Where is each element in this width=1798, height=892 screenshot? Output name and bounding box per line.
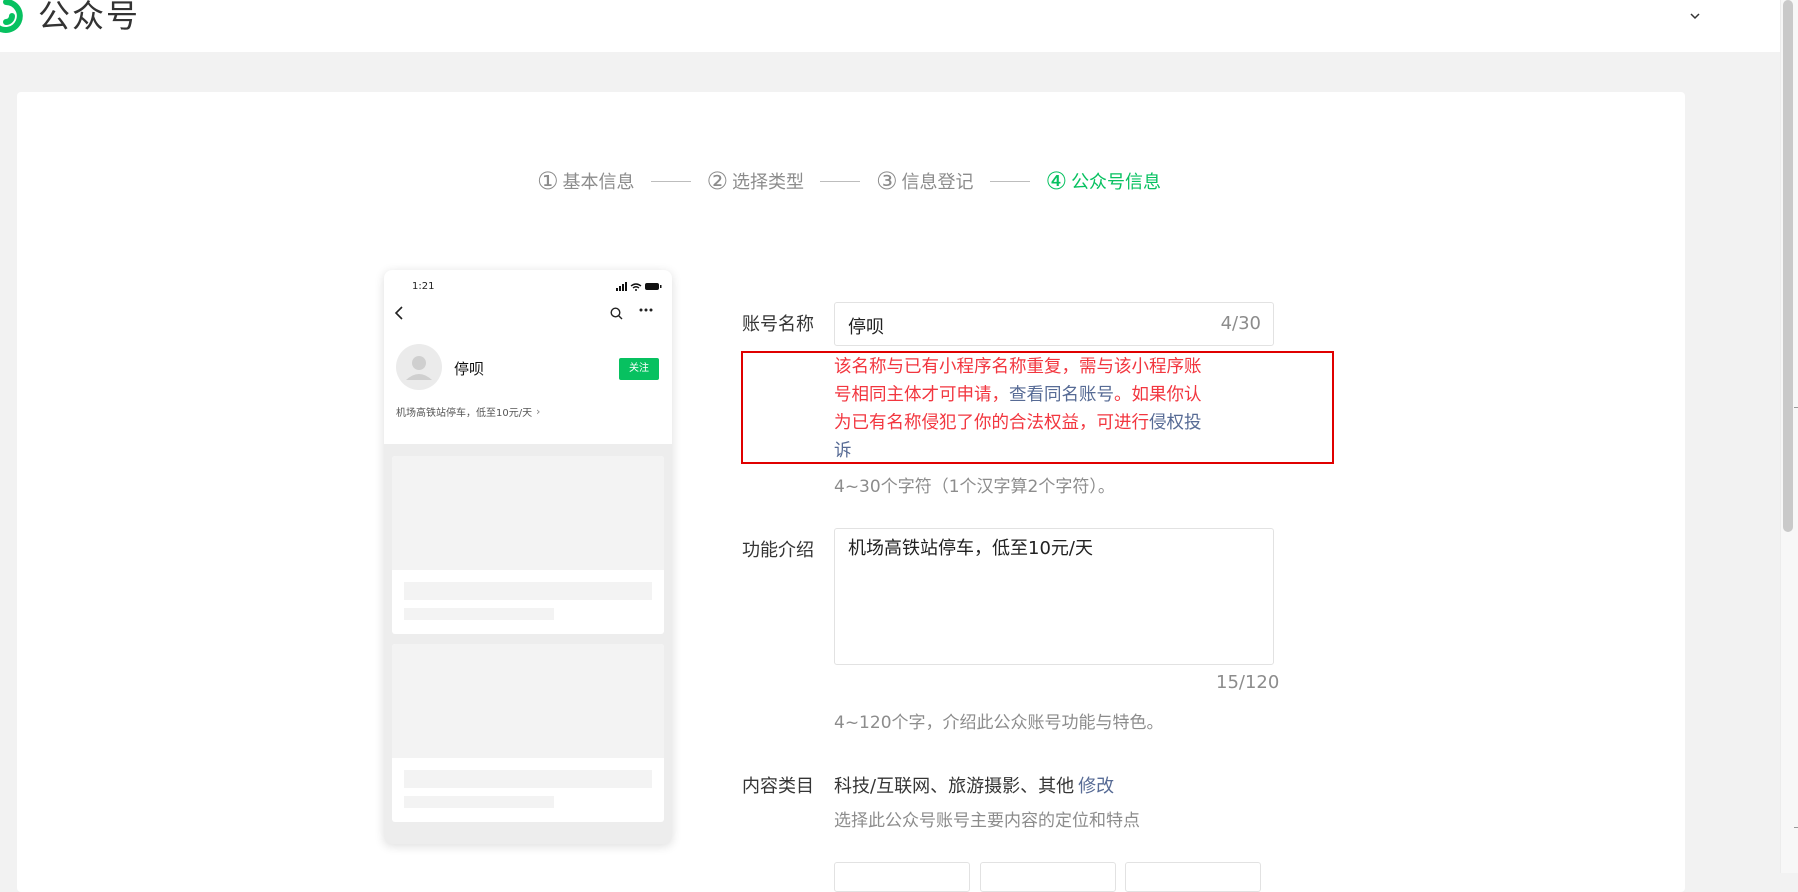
- content-category-hint: 选择此公众号账号主要内容的定位和特点: [834, 811, 1140, 831]
- placeholder-article: [392, 644, 664, 822]
- category-tag[interactable]: [1125, 862, 1261, 892]
- step-info-registration: ③ 信息登记: [876, 166, 974, 196]
- function-intro-textarea[interactable]: 机场高铁站停车，低至10元/天: [834, 528, 1274, 665]
- default-avatar-icon: [406, 356, 432, 380]
- step-label: 基本信息: [562, 172, 635, 193]
- preview-description: 机场高铁站停车，低至10元/天: [396, 408, 533, 419]
- step-number: ①: [537, 167, 559, 195]
- step-select-type: ② 选择类型: [707, 166, 805, 196]
- follow-button[interactable]: 关注: [619, 358, 659, 380]
- phone-preview: 1:21 停呗 关注 机场高铁站停车，低至10元/天 ›: [384, 270, 672, 844]
- function-intro-count: 15/120: [1216, 672, 1280, 693]
- step-divider: [989, 180, 1030, 182]
- view-same-name-account-link[interactable]: 查看同名账号: [1009, 385, 1114, 405]
- step-number: ④: [1045, 167, 1068, 195]
- scrollbar-thumb[interactable]: [1783, 0, 1793, 532]
- category-tag[interactable]: [980, 862, 1116, 892]
- back-icon[interactable]: [394, 306, 406, 320]
- search-icon[interactable]: [610, 307, 623, 320]
- placeholder-line: [404, 796, 554, 808]
- status-time: 1:21: [412, 281, 435, 292]
- placeholder-line: [404, 608, 554, 620]
- scroll-marker: [1794, 827, 1798, 828]
- function-intro-value: 机场高铁站停车，低至10元/天: [848, 538, 1093, 559]
- step-divider: [820, 180, 861, 182]
- chevron-right-icon: ›: [536, 405, 541, 418]
- step-label: 公众号信息: [1071, 172, 1162, 193]
- account-name-count: 4/30: [1220, 313, 1261, 334]
- chevron-down-icon[interactable]: [1688, 9, 1702, 23]
- account-name-hint: 4~30个字符（1个汉字算2个字符）。: [834, 477, 1115, 497]
- scroll-marker: [1794, 407, 1798, 408]
- avatar: [396, 344, 442, 390]
- preview-account-name: 停呗: [454, 360, 485, 378]
- content-category-label: 内容类目: [742, 776, 814, 797]
- app-title: 公众号: [38, 0, 141, 35]
- status-icons: [616, 282, 662, 291]
- step-label: 信息登记: [901, 172, 974, 193]
- edit-category-link[interactable]: 修改: [1078, 776, 1114, 797]
- top-bar: 公众号: [0, 0, 1780, 52]
- step-divider: [650, 180, 691, 182]
- more-icon[interactable]: [639, 308, 653, 312]
- step-number: ②: [706, 167, 729, 195]
- placeholder-line: [404, 582, 652, 600]
- step-account-info: ④ 公众号信息: [1046, 166, 1162, 196]
- account-name-error: 该名称与已有小程序名称重复，需与该小程序账号相同主体才可申请，查看同名账号。如果…: [834, 353, 1214, 465]
- account-name-input[interactable]: 停呗 4/30: [834, 302, 1274, 346]
- placeholder-article: [392, 456, 664, 634]
- step-number: ③: [876, 167, 898, 195]
- wechat-official-account-logo[interactable]: [0, 0, 26, 36]
- function-intro-label: 功能介绍: [742, 540, 814, 561]
- step-basic-info: ① 基本信息: [537, 166, 635, 196]
- placeholder-line: [404, 770, 652, 788]
- step-label: 选择类型: [732, 172, 805, 193]
- content-category-value: 科技/互联网、旅游摄影、其他 修改: [834, 772, 1114, 798]
- preview-header: 1:21 停呗 关注 机场高铁站停车，低至10元/天 ›: [384, 270, 672, 444]
- registration-steps: ① 基本信息 ② 选择类型 ③ 信息登记 ④ 公众号信息: [537, 166, 1161, 196]
- function-intro-hint: 4~120个字，介绍此公众账号功能与特色。: [834, 713, 1164, 733]
- account-name-value: 停呗: [848, 317, 884, 338]
- placeholder-image: [392, 644, 664, 758]
- category-text: 科技/互联网、旅游摄影、其他: [834, 776, 1075, 797]
- account-name-label: 账号名称: [742, 314, 814, 335]
- category-tag[interactable]: [834, 862, 970, 892]
- placeholder-image: [392, 456, 664, 570]
